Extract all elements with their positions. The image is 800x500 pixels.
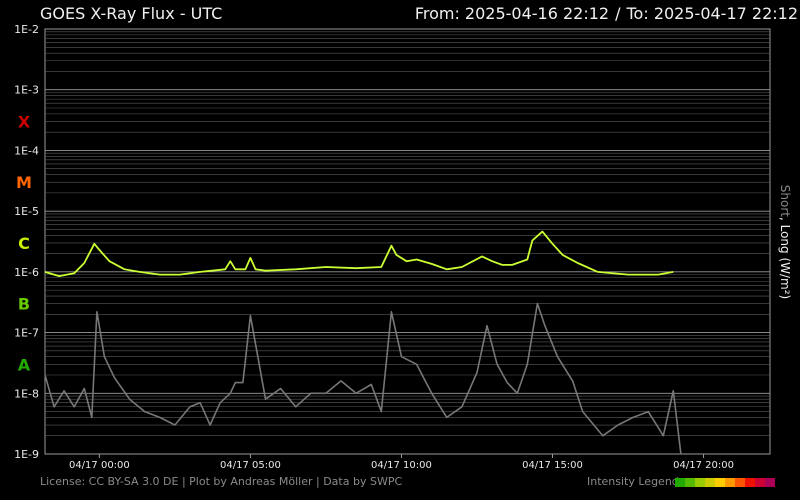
series-short-line: [44, 302, 682, 455]
y-tick-label: 1E-3: [14, 84, 39, 97]
legend-swatch: [755, 478, 765, 487]
x-tick-label: 04/17 20:00: [673, 460, 734, 471]
series-lines: [44, 230, 682, 455]
y-tick-label: 1E-9: [14, 448, 39, 461]
grid-lines: [45, 28, 770, 455]
flare-class-x: X: [18, 112, 31, 131]
flare-class-m: M: [16, 173, 32, 192]
legend-swatch: [715, 478, 725, 487]
credits-text: License: CC BY-SA 3.0 DE | Plot by Andre…: [40, 475, 403, 488]
intensity-legend-bar: [675, 478, 775, 487]
legend-swatch: [685, 478, 695, 487]
legend-swatch: [675, 478, 685, 487]
x-tick-label: 04/17 05:00: [220, 460, 281, 471]
flare-class-c: C: [18, 234, 30, 253]
legend-swatch: [735, 478, 745, 487]
y-tick-label: 1E-2: [14, 23, 39, 36]
y-axis-label: Short, Long (W/m²): [778, 185, 792, 299]
flare-class-b: B: [18, 295, 30, 314]
legend-swatch: [765, 478, 775, 487]
x-tick-label: 04/17 15:00: [522, 460, 583, 471]
flare-class-a: A: [18, 355, 31, 374]
xray-flux-chart: 1E-9 1E-8 1E-7 1E-6 1E-5 1E-4 1E-3 1E-2 X M C B A 0…: [14, 23, 771, 471]
y-axis-label-short: Short: [778, 184, 792, 217]
x-tick-label: 04/17 00:00: [69, 460, 130, 471]
y-tick-label: 1E-8: [14, 387, 39, 400]
intensity-legend-label: Intensity Legend: [587, 475, 679, 488]
y-tick-label: 1E-5: [14, 205, 39, 218]
x-tick-label: 04/17 10:00: [371, 460, 432, 471]
legend-swatch: [745, 478, 755, 487]
y-tick-label: 1E-6: [14, 266, 39, 279]
legend-swatch: [705, 478, 715, 487]
y-axis-label-long: Long (W/m²): [778, 224, 792, 300]
y-axis-label-sep: ,: [778, 216, 792, 225]
legend-swatch: [725, 478, 735, 487]
legend-swatch: [695, 478, 705, 487]
y-tick-label: 1E-7: [14, 327, 39, 340]
x-axis-ticks: 04/17 00:00 04/17 05:00 04/17 10:00 04/17 1…: [69, 454, 734, 471]
y-tick-label: 1E-4: [14, 144, 39, 157]
